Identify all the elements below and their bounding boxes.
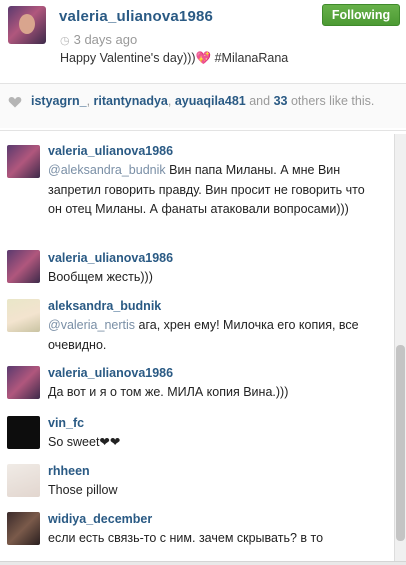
like-user-link[interactable]: ritantynadya (94, 94, 168, 108)
comment-item: valeria_ulianova1986 @aleksandra_budnik … (0, 142, 394, 252)
comment-username[interactable]: aleksandra_budnik (48, 299, 161, 313)
comment-username[interactable]: widiya_december (48, 512, 152, 526)
like-user-link[interactable]: ayuaqila481 (175, 94, 246, 108)
comment-text: если есть связь-то с ним. зачем скрывать… (48, 529, 388, 549)
comment-item: rhheen Those pillow (0, 463, 394, 507)
post-author-username[interactable]: valeria_ulianova1986 (59, 8, 213, 25)
comment-avatar[interactable] (7, 416, 40, 449)
post-header: valeria_ulianova1986 ◷ 3 days ago Happy V… (0, 0, 406, 82)
comment-text: Вообщем жесть))) (48, 268, 378, 288)
comment-text: So sweet❤❤ (48, 433, 378, 453)
comment-username[interactable]: valeria_ulianova1986 (48, 144, 173, 158)
comment-item: valeria_ulianova1986 Да вот и я о том же… (0, 365, 394, 409)
comments-scrollbar[interactable] (394, 134, 406, 565)
comment-username[interactable]: valeria_ulianova1986 (48, 366, 173, 380)
likes-text: istyagrn_, ritantynadya, ayuaqila481 and… (31, 94, 375, 108)
comment-username[interactable]: vin_fc (48, 416, 84, 430)
heart-icon[interactable] (8, 95, 22, 109)
comment-mention[interactable]: @aleksandra_budnik (48, 163, 166, 177)
comment-input-bar[interactable] (0, 561, 406, 565)
comment-text: Those pillow (48, 481, 378, 501)
post-caption: Happy Valentine's day)))💖 #MilanaRana (60, 51, 289, 65)
post-timestamp: ◷ 3 days ago (60, 32, 137, 47)
comment-text: Да вот и я о том же. МИЛА копия Вина.))) (48, 383, 378, 403)
likes-section: istyagrn_, ritantynadya, ayuaqila481 and… (0, 84, 406, 128)
comment-item: aleksandra_budnik @valeria_nertis ага, х… (0, 298, 394, 362)
comment-avatar[interactable] (7, 145, 40, 178)
scrollbar-thumb[interactable] (396, 345, 405, 541)
post-author-avatar[interactable] (8, 6, 46, 44)
time-ago-text: 3 days ago (73, 32, 138, 47)
comment-item: widiya_december если есть связь-то с ним… (0, 511, 394, 565)
comment-avatar[interactable] (7, 512, 40, 545)
following-button[interactable]: Following (322, 4, 400, 26)
likes-others-text: others like this. (290, 94, 375, 108)
likes-divider (0, 130, 406, 131)
comment-avatar[interactable] (7, 464, 40, 497)
comment-avatar[interactable] (7, 250, 40, 283)
likes-and: and (249, 94, 271, 108)
comment-item: vin_fc So sweet❤❤ (0, 415, 394, 459)
like-user-link[interactable]: istyagrn_ (31, 94, 87, 108)
comment-avatar[interactable] (7, 366, 40, 399)
comment-text: @aleksandra_budnik Вин папа Миланы. А мн… (48, 161, 378, 220)
comment-text: @valeria_nertis ага, хрен ему! Милочка е… (48, 316, 378, 355)
comment-body: Those pillow (48, 483, 118, 497)
comment-username[interactable]: valeria_ulianova1986 (48, 251, 173, 265)
comments-list[interactable]: valeria_ulianova1986 @aleksandra_budnik … (0, 134, 394, 565)
comment-body: Да вот и я о том же. МИЛА копия Вина.))) (48, 385, 289, 399)
comment-mention[interactable]: @valeria_nertis (48, 318, 135, 332)
comment-avatar[interactable] (7, 299, 40, 332)
clock-icon: ◷ (60, 35, 70, 47)
comment-item: valeria_ulianova1986 Вообщем жесть))) (0, 250, 394, 294)
likes-others-count[interactable]: 33 (274, 94, 288, 108)
comment-body: So sweet❤❤ (48, 435, 121, 449)
comment-username[interactable]: rhheen (48, 464, 90, 478)
comment-body: если есть связь-то с ним. зачем скрывать… (48, 531, 324, 545)
comment-body: Вообщем жесть))) (48, 270, 153, 284)
